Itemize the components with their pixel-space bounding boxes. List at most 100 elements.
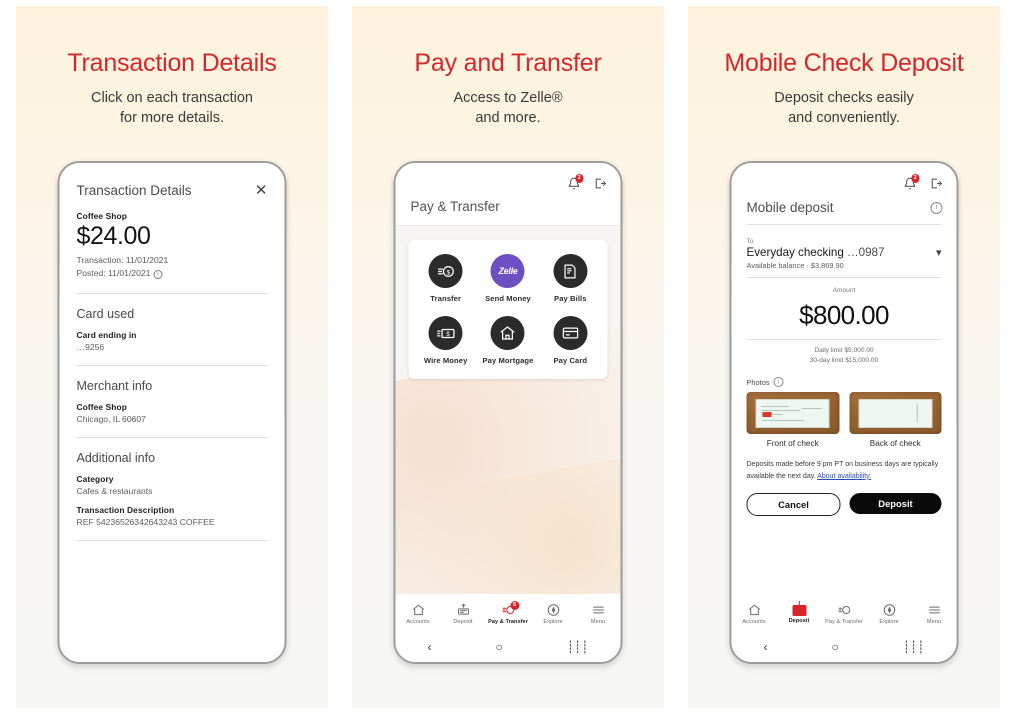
panel-pay-and-transfer: Pay and Transfer Access to Zelle® and mor… <box>352 6 664 708</box>
daily-limit: Daily limit $5,000.00 <box>814 347 874 354</box>
section-merchant-info: Merchant info Coffee Shop Chicago, IL 60… <box>60 366 285 437</box>
sheet-header: Transaction Details ✕ <box>60 163 285 211</box>
nav-item-label: Pay & Transfer <box>488 619 528 625</box>
available-balance: Available balance · $3,869.90 <box>746 261 844 270</box>
nav-item-menu[interactable]: Menu <box>576 603 620 625</box>
row-value: Chicago, IL 60607 <box>76 413 146 424</box>
notification-badge: 2 <box>575 174 584 183</box>
home-circle-icon[interactable]: ○ <box>832 640 839 654</box>
home-icon <box>412 604 424 616</box>
deposit-form: To Everyday checking …0987 ▾ Available b… <box>732 224 957 516</box>
photo-caption: Front of check <box>766 439 819 449</box>
bottom-navigation: Accounts Deposit Pay & Transfer Explore … <box>731 594 957 631</box>
action-tile-send-money[interactable]: Zelle Send Money <box>477 254 539 303</box>
account-number: …0987 <box>847 246 885 259</box>
to-field-label: To <box>746 238 754 245</box>
nav-item-explore[interactable]: Explore <box>531 603 575 625</box>
nav-item-menu[interactable]: Menu <box>912 603 956 625</box>
phone-mockup-2: 2 Pay & Transfer $ Transfer Zelle Send M… <box>393 161 623 664</box>
back-of-check-photo[interactable]: Back of check <box>849 392 942 448</box>
recents-icon[interactable]: ┊┊┊ <box>567 640 589 654</box>
row-label: Coffee Shop <box>76 401 127 412</box>
merchant-name: Coffee Shop <box>76 211 127 221</box>
back-icon[interactable]: ‹ <box>428 640 432 654</box>
compass-icon <box>883 604 895 616</box>
home-circle-icon[interactable]: ○ <box>496 640 503 654</box>
svg-text:$: $ <box>446 269 450 276</box>
page-subtitle: Deposit checks easily and conveniently. <box>774 89 914 126</box>
divider <box>76 539 268 541</box>
row-label: Category <box>76 473 114 484</box>
nav-item-label: Explore <box>543 619 563 625</box>
transaction-date: Transaction: 11/01/2021 <box>76 255 169 265</box>
nav-item-label: Deposit <box>453 619 473 625</box>
nav-item-pay-transfer[interactable]: Pay & Transfer <box>822 603 866 625</box>
promo-screenshot-stage: Transaction Details Click on each transa… <box>0 0 1026 714</box>
action-tile-pay-bills[interactable]: Pay Bills <box>539 254 601 303</box>
info-icon[interactable]: i <box>153 269 163 279</box>
app-header: 2 Pay & Transfer <box>395 163 621 225</box>
nav-item-explore[interactable]: Explore <box>867 603 911 625</box>
back-icon[interactable]: ‹ <box>764 640 768 654</box>
hamburger-icon <box>928 606 940 614</box>
page-title: Mobile Check Deposit <box>724 49 964 77</box>
recents-icon[interactable]: ┊┊┊ <box>903 640 925 654</box>
row-label: Card ending in <box>76 329 137 340</box>
transaction-summary: Coffee Shop $24.00 Transaction: 11/01/20… <box>60 211 285 293</box>
nav-item-label: Pay & Transfer <box>825 619 863 625</box>
row-label: Transaction Description <box>76 504 175 515</box>
form-actions: Cancel Deposit <box>746 492 942 516</box>
info-icon[interactable]: i <box>930 201 943 214</box>
amount-label: Amount <box>832 287 856 294</box>
bottom-navigation: Accounts Deposit 5 Pay & Transfer Explor… <box>395 594 621 631</box>
app-background <box>395 163 621 662</box>
about-availability-link[interactable]: About availability. <box>817 473 871 480</box>
compass-icon <box>547 604 559 616</box>
transaction-dates: Transaction: 11/01/2021 Posted: 11/01/20… <box>77 254 268 280</box>
screen-title: Mobile deposit <box>746 200 834 215</box>
section-heading: Merchant info <box>76 378 153 393</box>
account-selector[interactable]: Everyday checking …0987 ▾ <box>747 246 942 259</box>
transaction-amount: $24.00 <box>76 222 151 250</box>
page-title: Pay and Transfer <box>414 49 602 77</box>
quick-actions-grid: $ Transfer Zelle Send Money Pay Bills $ … <box>408 240 608 379</box>
photos-label-row: Photos i <box>747 377 942 388</box>
info-icon[interactable]: i <box>773 377 784 388</box>
nav-item-accounts[interactable]: Accounts <box>732 603 776 625</box>
transfer-dollar-icon: $ <box>428 254 463 288</box>
amount-value[interactable]: $800.00 <box>747 300 942 331</box>
nav-item-deposit[interactable]: Deposit <box>441 603 485 625</box>
house-icon <box>490 316 525 350</box>
screen-header: Mobile deposit i <box>732 190 957 215</box>
bell-icon[interactable]: 2 <box>904 174 920 190</box>
panel-mobile-check-deposit: Mobile Check Deposit Deposit checks easi… <box>688 6 1000 708</box>
cancel-button[interactable]: Cancel <box>746 492 841 516</box>
front-of-check-photo[interactable]: Front of check <box>746 392 839 449</box>
nav-item-label: Explore <box>879 619 899 625</box>
nav-item-accounts[interactable]: Accounts <box>396 603 440 625</box>
thirty-day-limit: 30-day limit $15,000.00 <box>809 357 879 365</box>
action-tile-label: Wire Money <box>423 356 468 365</box>
action-tile-pay-card[interactable]: Pay Card <box>539 316 601 365</box>
action-tile-label: Pay Mortgage <box>482 356 534 365</box>
action-tile-pay-mortgage[interactable]: Pay Mortgage <box>477 316 539 365</box>
row-value: …9256 <box>76 341 105 352</box>
android-system-bar: ‹ ○ ┊┊┊ <box>731 631 957 662</box>
logout-icon[interactable] <box>594 177 607 190</box>
action-tile-transfer[interactable]: $ Transfer <box>415 254 477 303</box>
logout-icon[interactable] <box>930 177 943 190</box>
nav-item-label: Accounts <box>406 619 430 625</box>
app-status-icons: 2 <box>732 163 957 190</box>
deposit-button[interactable]: Deposit <box>849 492 942 514</box>
action-tile-label: Send Money <box>485 294 531 303</box>
bell-icon[interactable]: 2 <box>568 174 584 190</box>
zelle-icon: Zelle <box>490 254 525 288</box>
chevron-down-icon[interactable]: ▾ <box>936 246 942 259</box>
banknote-icon: $ <box>428 316 463 350</box>
nav-item-deposit[interactable]: Deposit <box>777 604 821 624</box>
deposit-limits: Daily limit $5,000.00 30-day limit $15,0… <box>747 346 942 366</box>
close-icon[interactable]: ✕ <box>255 183 268 198</box>
nav-item-pay-transfer[interactable]: 5 Pay & Transfer <box>486 601 530 625</box>
action-tile-wire-money[interactable]: $ Wire Money <box>415 316 477 365</box>
row-value: REF 54236526342643243 COFFEE <box>76 516 215 527</box>
